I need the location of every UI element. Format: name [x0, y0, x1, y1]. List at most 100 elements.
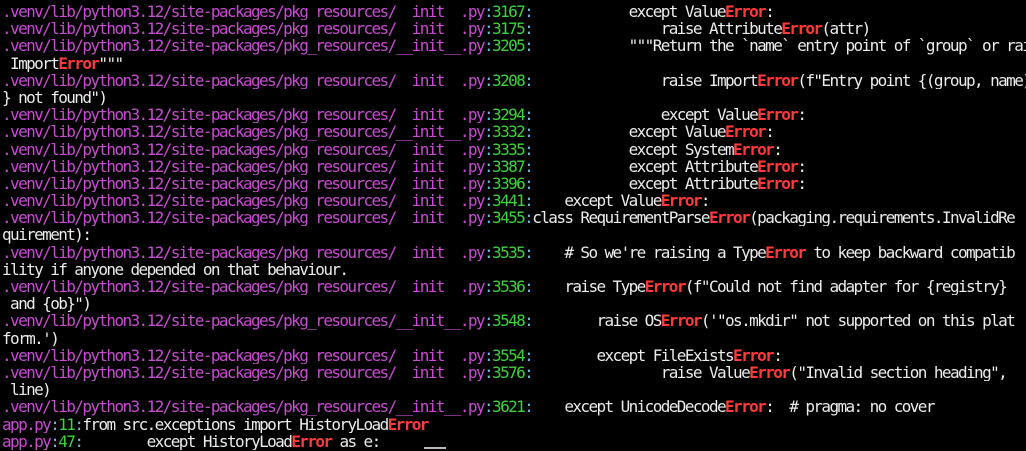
line-number: 3536: [492, 278, 526, 296]
separator: :: [483, 157, 494, 175]
grep-result-line: .venv/lib/python3.12/site-packages/pkg_r…: [2, 192, 1026, 209]
separator: :: [483, 312, 494, 330]
separator: :: [483, 174, 494, 193]
terminal-output[interactable]: .venv/lib/python3.12/site-packages/pkg_r…: [0, 0, 1026, 451]
grep-result-line: quirement):: [2, 226, 1026, 243]
code-text: except HistoryLoad: [82, 432, 293, 450]
match-highlight: Error: [725, 3, 767, 21]
file-path: .venv/lib/python3.12/site-packages/pkg_r…: [2, 106, 486, 124]
grep-result-line: .venv/lib/python3.12/site-packages/pkg_r…: [2, 209, 1026, 226]
file-path: .venv/lib/python3.12/site-packages/pkg_r…: [2, 37, 486, 55]
code-text: raise Type: [532, 278, 646, 296]
grep-result-line: .venv/lib/python3.12/site-packages/pkg_r…: [2, 72, 1026, 89]
grep-result-line: .venv/lib/python3.12/site-packages/pkg_r…: [2, 244, 1026, 261]
grep-result-line: .venv/lib/python3.12/site-packages/pkg_r…: [2, 398, 1026, 415]
separator: :: [524, 106, 534, 124]
separator: :: [524, 346, 534, 364]
file-path: .venv/lib/python3.12/site-packages/pkg_r…: [2, 209, 486, 227]
code-text: # So we're raising a Type: [532, 243, 766, 261]
separator: :: [524, 20, 534, 38]
line-number: 3175: [492, 20, 526, 38]
grep-result-line: .venv/lib/python3.12/site-packages/pkg_r…: [2, 312, 1026, 329]
file-path: .venv/lib/python3.12/site-packages/pkg_r…: [2, 192, 486, 210]
code-text: except Value: [532, 106, 759, 124]
code-text: except UnicodeDecode: [532, 398, 726, 416]
separator: :: [483, 346, 494, 364]
grep-result-line: .venv/lib/python3.12/site-packages/pkg_r…: [2, 37, 1026, 54]
grep-result-line: .venv/lib/python3.12/site-packages/pkg_r…: [2, 123, 1026, 140]
code-text: :: [765, 3, 775, 21]
match-highlight: Error: [757, 71, 799, 89]
code-text: line): [2, 381, 52, 399]
file-path: .venv/lib/python3.12/site-packages/pkg_r…: [2, 174, 486, 193]
line-number: 3621: [492, 398, 526, 416]
match-highlight: Error: [58, 54, 100, 72]
line-number: 3441: [492, 192, 526, 210]
code-text: except Value: [532, 192, 662, 210]
line-number: 3387: [492, 157, 526, 175]
code-text: except Value: [532, 123, 727, 141]
grep-result-line: ImportError""": [2, 55, 1026, 72]
separator: :: [483, 140, 494, 158]
code-text: :: [765, 123, 775, 141]
line-number: 3208: [492, 71, 526, 89]
code-text: raise Attribute: [532, 20, 783, 38]
separator: :: [524, 243, 534, 261]
code-text: : # pragma: no cover: [765, 398, 935, 416]
match-highlight: Error: [725, 398, 767, 416]
file-path: .venv/lib/python3.12/site-packages/pkg_r…: [2, 346, 486, 364]
grep-result-line: ility if anyone depended on that behavio…: [2, 261, 1026, 278]
line-number: 3535: [492, 243, 526, 261]
match-highlight: Error: [725, 123, 767, 141]
separator: :: [524, 312, 534, 330]
separator: :: [524, 192, 534, 210]
separator: :: [524, 174, 534, 193]
code-text: ('"os.mkdir" not supported on this plat: [700, 312, 1016, 330]
code-text: class RequirementParse: [532, 209, 710, 227]
grep-result-line: .venv/lib/python3.12/site-packages/pkg_r…: [2, 3, 1026, 20]
line-number: 3576: [492, 363, 526, 382]
file-path: .venv/lib/python3.12/site-packages/pkg_r…: [2, 123, 486, 141]
match-highlight: Error: [660, 312, 703, 330]
match-highlight: Error: [291, 432, 333, 450]
code-text: (f"Could not find adapter for {registry}: [684, 278, 1008, 296]
match-highlight: Error: [733, 346, 775, 364]
separator: :: [483, 209, 494, 227]
grep-result-line: .venv/lib/python3.12/site-packages/pkg_r…: [2, 364, 1026, 381]
separator: :: [524, 209, 534, 227]
code-text: :: [773, 140, 783, 158]
line-number: 3554: [492, 346, 526, 364]
code-text: except FileExists: [532, 346, 734, 364]
line-number: 3396: [492, 174, 526, 193]
line-number: 11: [58, 415, 76, 433]
code-text: :: [700, 192, 711, 210]
separator: :: [483, 192, 494, 210]
code-text: form.'): [2, 329, 60, 347]
file-path: .venv/lib/python3.12/site-packages/pkg_r…: [2, 278, 486, 296]
file-path: .venv/lib/python3.12/site-packages/pkg_r…: [2, 312, 486, 330]
separator: :: [483, 243, 494, 261]
separator: :: [483, 20, 494, 38]
match-highlight: Error: [660, 192, 703, 210]
line-number: 3205: [492, 37, 526, 55]
separator: :: [483, 71, 494, 89]
separator: :: [524, 363, 534, 382]
grep-result-line: .venv/lib/python3.12/site-packages/pkg_r…: [2, 175, 1026, 192]
file-path: .venv/lib/python3.12/site-packages/pkg_r…: [2, 140, 486, 158]
separator: :: [524, 71, 534, 89]
match-highlight: Error: [765, 243, 807, 261]
match-highlight: Error: [781, 20, 823, 38]
code-text: raise OS: [532, 312, 662, 330]
file-path: .venv/lib/python3.12/site-packages/pkg_r…: [2, 363, 486, 382]
grep-result-line: app.py:11:from src.exceptions import His…: [2, 416, 1026, 433]
code-text: quirement):: [2, 226, 92, 244]
grep-result-line: and {ob}"): [2, 295, 1026, 312]
file-path: .venv/lib/python3.12/site-packages/pkg_r…: [2, 398, 486, 416]
separator: :: [483, 123, 494, 141]
code-text: ility if anyone depended on that behavio…: [2, 260, 349, 278]
code-text: raise Value: [532, 363, 751, 382]
code-text: :: [773, 346, 783, 364]
file-path: .venv/lib/python3.12/site-packages/pkg_r…: [2, 20, 486, 38]
line-number: 3167: [492, 3, 526, 21]
grep-result-line: } not found"): [2, 89, 1026, 106]
